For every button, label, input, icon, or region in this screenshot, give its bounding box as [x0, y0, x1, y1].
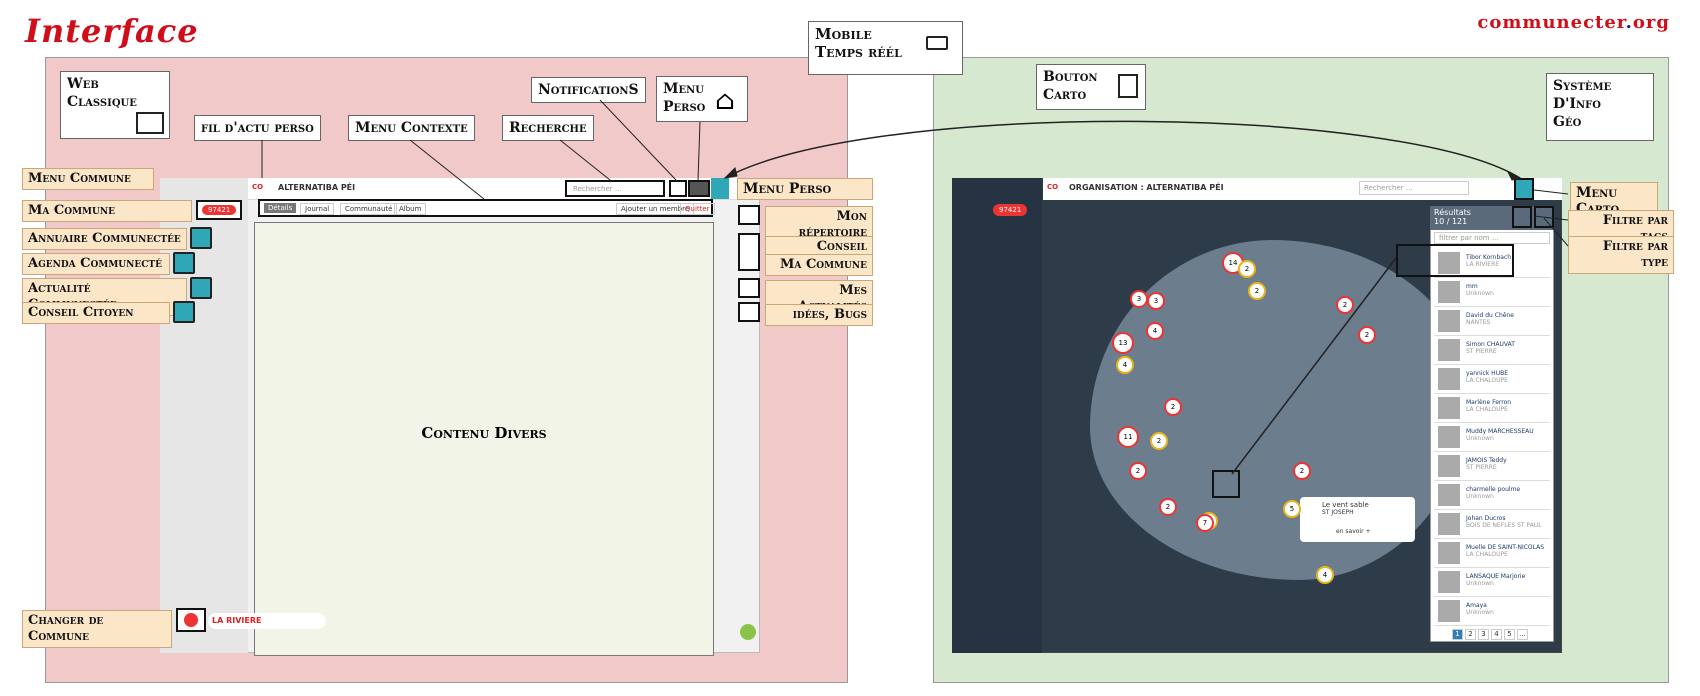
connector-lines	[261, 99, 1569, 475]
